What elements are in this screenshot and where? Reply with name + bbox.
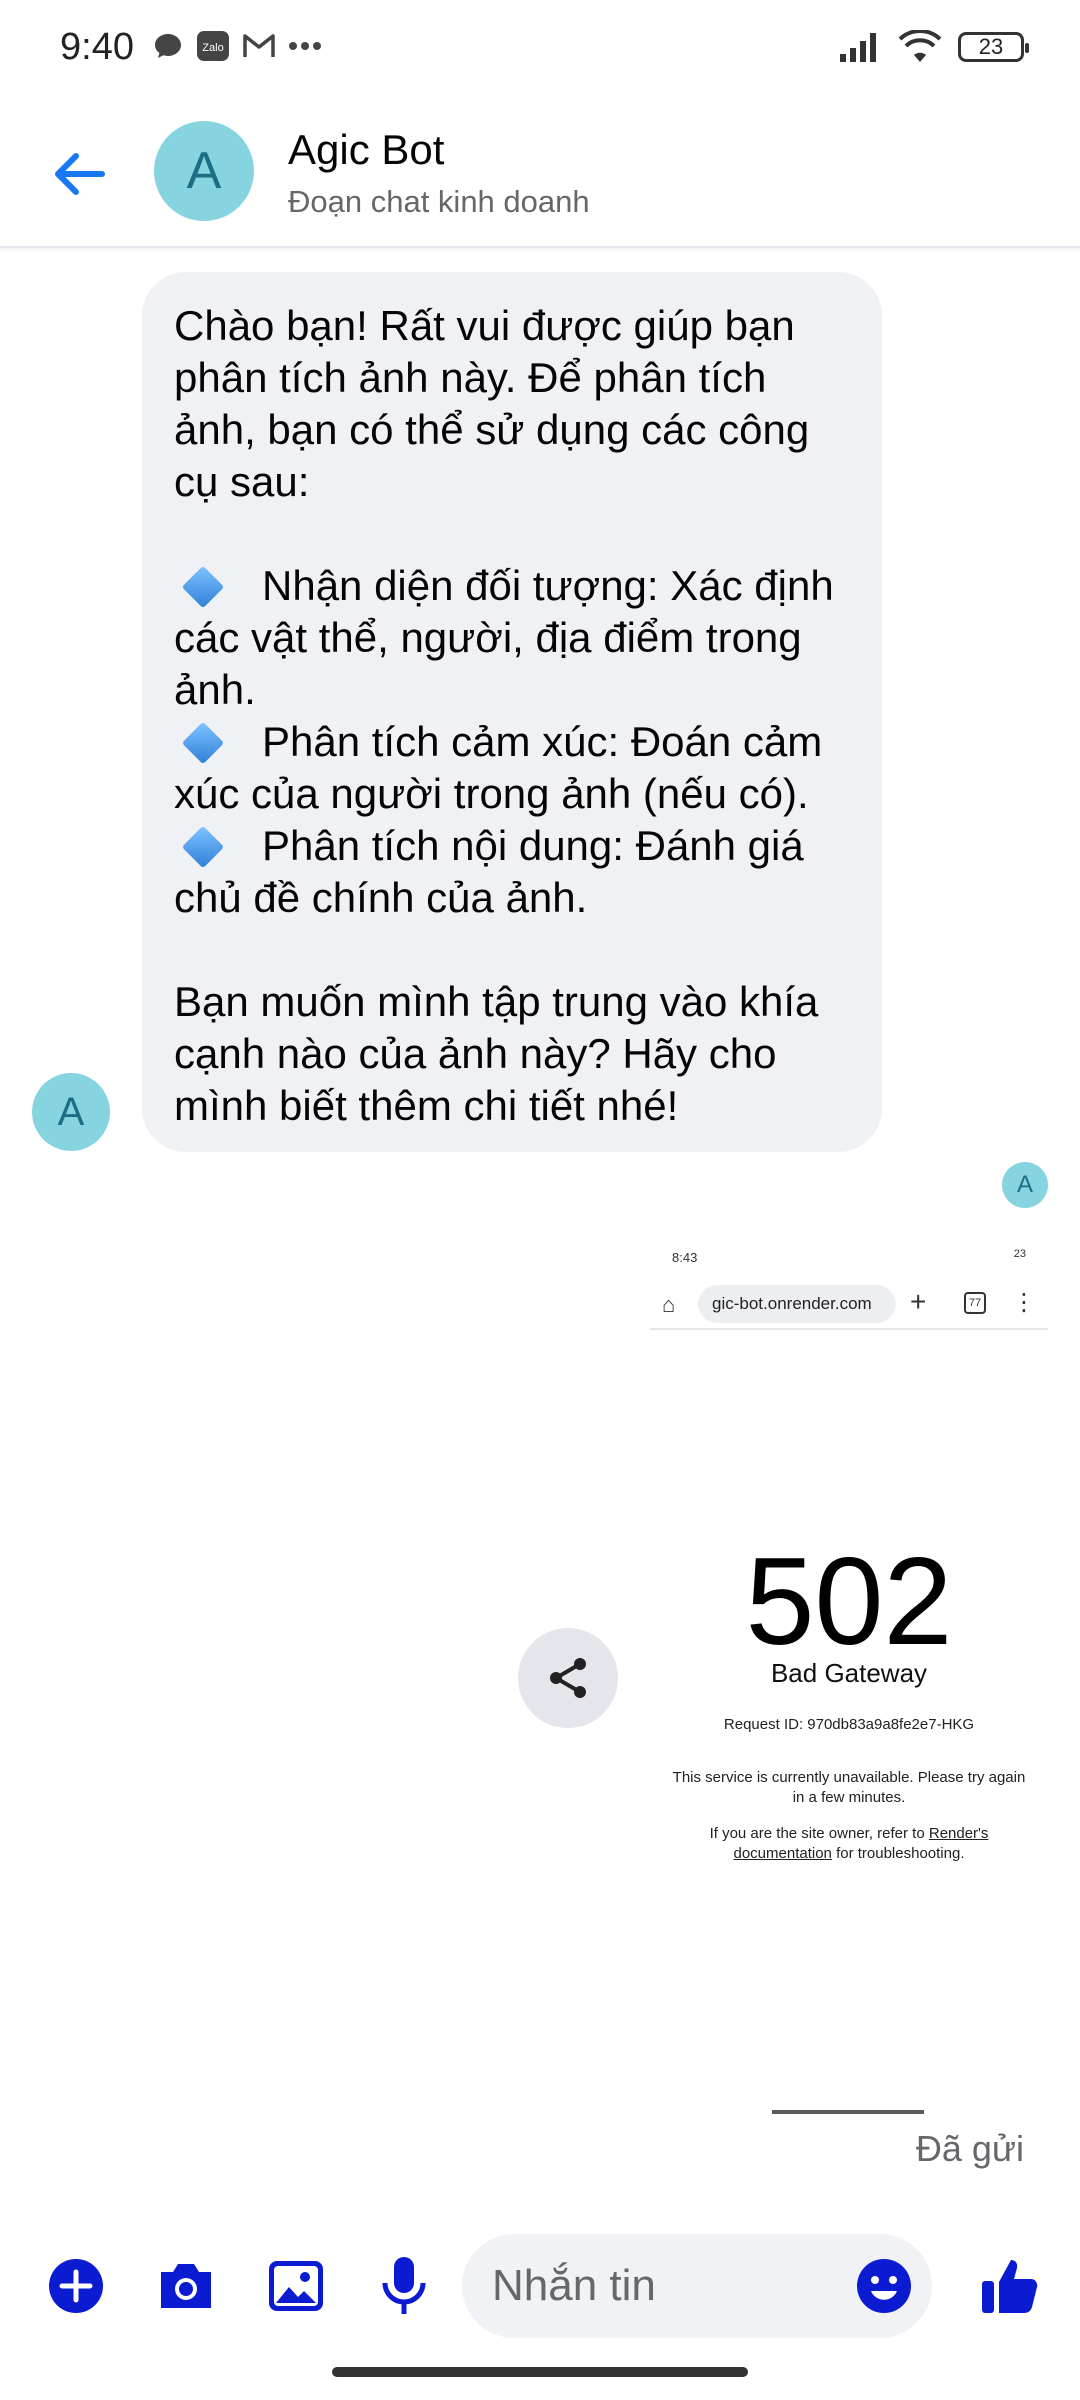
owner-note: If you are the site owner, refer to Rend… [670,1824,1028,1864]
contact-name[interactable]: Agic Bot [288,126,444,174]
message-input-container [462,2234,932,2338]
message-input[interactable] [492,2234,832,2338]
emoji-icon [857,2259,911,2313]
message-outro: Bạn muốn mình tập trung vào khía cạnh nà… [174,978,831,1129]
status-bar: 9:40 Zalo 23 [0,0,1080,100]
plus-icon [49,2259,103,2313]
camera-icon [161,2264,211,2308]
message-bullet: Phân tích cảm xúc: Đoán cảm xúc của ngườ… [174,718,834,817]
chat-header: A Agic Bot Đoạn chat kinh doanh [0,100,1080,248]
avatar-letter: A [186,142,222,200]
image-icon [269,2261,323,2311]
like-button[interactable] [974,2250,1046,2322]
status-time: 9:40 [60,26,134,68]
gmail-icon [243,34,275,57]
message-bullet: Phân tích nội dung: Đánh giá chủ đề chín… [174,822,816,921]
thumbs-up-icon [982,2260,1038,2313]
gallery-button[interactable] [264,2254,328,2318]
chat-bubble-icon [155,34,181,58]
message-intro: Chào bạn! Rất vui được giúp bạn phân tíc… [174,302,821,505]
avatar-letter: A [1016,1171,1033,1198]
more-dots-icon [289,42,321,50]
zalo-icon: Zalo [197,31,229,61]
camera-button[interactable] [154,2254,218,2318]
more-vertical-icon: ⋮ [1012,1289,1036,1316]
battery-level: 23 [978,34,1004,59]
error-code: 502 [745,1533,953,1671]
attachment-battery: 23 [1013,1248,1026,1260]
message-bullet: Nhận diện đối tượng: Xác định các vật th… [174,562,846,713]
microphone-icon [382,2257,426,2314]
voice-button[interactable] [372,2254,436,2318]
contact-avatar[interactable]: A [154,121,254,221]
battery-icon: 23 [958,32,1029,62]
attachment-url-bar: gic-bot.onrender.com [698,1285,896,1323]
tabs-count: 77 [968,1297,982,1309]
plus-icon: + [910,1286,927,1317]
image-attachment[interactable]: 8:43 23 ⌂ gic-bot.onrender.com + 77 ⋮ 50… [650,1238,1048,1918]
share-icon [550,1658,586,1698]
divider [772,2110,924,2114]
read-receipt-avatar: A [1002,1162,1048,1208]
blue-diamond-icon [181,721,225,765]
request-id: Request ID: 970db83a9a8fe2e7-HKG [723,1716,975,1733]
bot-message-avatar[interactable]: A [32,1073,110,1151]
home-indicator[interactable] [332,2367,748,2377]
owner-note-suffix: for troubleshooting. [831,1845,965,1862]
contact-subtitle: Đoạn chat kinh doanh [288,184,590,219]
add-button[interactable] [44,2254,108,2318]
sent-status: Đã gửi [915,2128,1024,2169]
error-title: Bad Gateway [770,1658,928,1688]
message-composer [0,2210,1080,2360]
attachment-browser-bar: ⌂ gic-bot.onrender.com + 77 ⋮ [650,1278,1048,1330]
system-icons: 23 [838,30,1029,64]
attachment-status-time: 8:43 [672,1250,698,1265]
signal-icon [840,33,876,62]
error-message: This service is currently unavailable. P… [672,1769,1026,1806]
svg-text:Zalo: Zalo [202,42,223,54]
bot-message-bubble[interactable]: Chào bạn! Rất vui được giúp bạn phân tíc… [142,272,882,1152]
arrow-left-icon [55,153,105,195]
notification-icons: Zalo [152,30,322,62]
share-button[interactable] [518,1628,618,1728]
attachment-status-bar: 8:43 23 [650,1238,1048,1268]
back-button[interactable] [42,138,114,210]
wifi-icon [898,30,942,62]
blue-diamond-icon [181,825,225,869]
avatar-letter: A [57,1089,85,1134]
blue-diamond-icon [181,565,225,609]
owner-note-prefix: If you are the site owner, refer to [709,1825,929,1842]
home-icon: ⌂ [662,1292,676,1317]
attachment-url: gic-bot.onrender.com [712,1294,872,1313]
emoji-button[interactable] [854,2256,914,2316]
tabs-icon: 77 [964,1292,986,1314]
